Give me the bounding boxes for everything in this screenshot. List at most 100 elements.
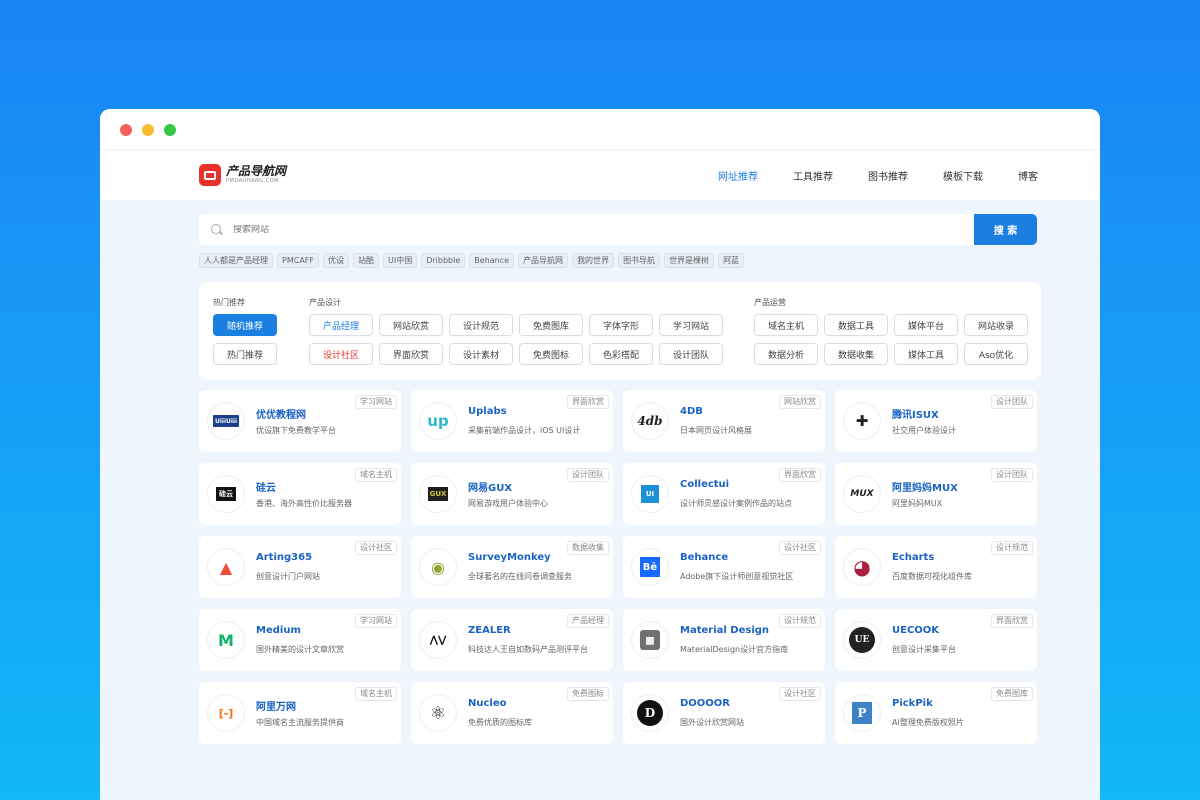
site-card-title[interactable]: 4DB [680,406,703,417]
hot-tag[interactable]: PMCAFF [277,253,319,268]
site-card-tag[interactable]: 设计团队 [991,468,1033,482]
nav-link-blog[interactable]: 博客 [1018,168,1038,183]
site-card-tag[interactable]: 免费图标 [567,687,609,701]
nav-link-tools[interactable]: 工具推荐 [793,168,833,183]
site-card[interactable]: D DOOOOR 国外设计欣赏网站 设计社区 [623,682,825,744]
hot-tag[interactable]: 优设 [323,253,349,268]
nav-link-books[interactable]: 图书推荐 [868,168,908,183]
category-button-design[interactable]: 网站欣赏 [379,314,443,336]
category-button-design[interactable]: 学习网站 [659,314,723,336]
maximize-window-button[interactable] [164,124,176,136]
category-button-ops[interactable]: 数据分析 [754,343,818,365]
site-card-tag[interactable]: 设计规范 [991,541,1033,555]
close-window-button[interactable] [120,124,132,136]
site-card-tag[interactable]: 域名主机 [355,468,397,482]
search-button[interactable]: 搜 索 [974,214,1037,245]
hot-tag[interactable]: Behance [469,253,515,268]
site-card-title[interactable]: PickPik [892,698,933,709]
category-button-ops[interactable]: 媒体平台 [894,314,958,336]
site-card-tag[interactable]: 设计团队 [567,468,609,482]
site-card-title[interactable]: Medium [256,625,301,636]
category-button-design[interactable]: 设计团队 [659,343,723,365]
site-card-title[interactable]: Uplabs [468,406,507,417]
site-card-tag[interactable]: 界面欣赏 [779,468,821,482]
site-card[interactable]: ✚ 腾讯ISUX 社交用户体验设计 设计团队 [835,390,1037,452]
site-card[interactable]: UI Collectui 设计师灵感设计案例作品的站点 界面欣赏 [623,463,825,525]
site-card[interactable]: 4db 4DB 日本网页设计风格展 网站欣赏 [623,390,825,452]
category-button-ops[interactable]: 数据收集 [824,343,888,365]
hot-tag[interactable]: 阿蓝 [718,253,745,268]
site-card-title[interactable]: Material Design [680,625,769,636]
site-card-title[interactable]: 腾讯ISUX [892,406,939,421]
site-card[interactable]: GUX 网易GUX 网易游戏用户体验中心 设计团队 [411,463,613,525]
minimize-window-button[interactable] [142,124,154,136]
category-button-ops[interactable]: 数据工具 [824,314,888,336]
category-button-ops[interactable]: 网站收录 [964,314,1028,336]
search-input[interactable] [233,224,533,235]
site-card[interactable]: MUX 阿里妈妈MUX 阿里妈妈MUX 设计团队 [835,463,1037,525]
site-card-tag[interactable]: 设计社区 [779,687,821,701]
hot-tag[interactable]: 产品导航网 [518,253,569,268]
site-card[interactable]: ⋀⋁ ZEALER 科技达人王自如数码产品测评平台 产品经理 [411,609,613,671]
category-button-design[interactable]: 界面欣赏 [379,343,443,365]
site-card-title[interactable]: Collectui [680,479,729,490]
site-card[interactable]: ◉ SurveyMonkey 全球著名的在线问卷调查服务 数据收集 [411,536,613,598]
site-card-tag[interactable]: 设计团队 [991,395,1033,409]
site-card[interactable]: up Uplabs 采集前端作品设计，iOS UI设计 界面欣赏 [411,390,613,452]
site-card-tag[interactable]: 数据收集 [567,541,609,555]
hot-tag[interactable]: 图书导航 [618,253,661,268]
category-button-random[interactable]: 随机推荐 [213,314,277,336]
site-card[interactable]: M Medium 国外精美的设计文章欣赏 学习网站 [199,609,401,671]
category-button-design[interactable]: 免费图库 [519,314,583,336]
site-card-tag[interactable]: 设计社区 [355,541,397,555]
category-button-design[interactable]: 设计社区 [309,343,373,365]
nav-link-websites[interactable]: 网址推荐 [718,168,758,183]
category-button-design[interactable]: 产品经理 [309,314,373,336]
site-card-title[interactable]: 阿里妈妈MUX [892,479,958,494]
category-button-hot[interactable]: 热门推荐 [213,343,277,365]
site-card[interactable]: UE UECOOK 创意设计采集平台 界面欣赏 [835,609,1037,671]
site-card-title[interactable]: ZEALER [468,625,511,636]
site-logo[interactable]: 产品导航网 PMDAOHANG.COM [199,164,286,186]
category-button-ops[interactable]: Aso优化 [964,343,1028,365]
site-card-tag[interactable]: 网站欣赏 [779,395,821,409]
site-card-title[interactable]: Behance [680,552,728,563]
site-card-tag[interactable]: 界面欣赏 [567,395,609,409]
site-card[interactable]: P PickPik AI整理免费版权照片 免费图库 [835,682,1037,744]
category-button-design[interactable]: 色彩搭配 [589,343,653,365]
site-card-tag[interactable]: 域名主机 [355,687,397,701]
site-card-tag[interactable]: 学习网站 [355,395,397,409]
hot-tag[interactable]: 站酷 [353,253,379,268]
hot-tag[interactable]: UI中国 [383,253,418,268]
site-card-title[interactable]: 优优教程网 [256,406,306,421]
site-card[interactable]: ◼ Material Design MaterialDesign设计官方指南 设计规范 [623,609,825,671]
category-button-ops[interactable]: 媒体工具 [894,343,958,365]
site-card-title[interactable]: Nucleo [468,698,507,709]
site-card-title[interactable]: Arting365 [256,552,312,563]
site-card-tag[interactable]: 学习网站 [355,614,397,628]
nav-link-templates[interactable]: 模板下载 [943,168,983,183]
site-card[interactable]: Bē Behance Adobe旗下设计师创意视觉社区 设计社区 [623,536,825,598]
site-card[interactable]: ⚛ Nucleo 免费优质的图标库 免费图标 [411,682,613,744]
site-card-title[interactable]: 网易GUX [468,479,512,494]
hot-tag[interactable]: 人人都是产品经理 [199,253,273,268]
site-card-title[interactable]: UECOOK [892,625,939,636]
site-card-title[interactable]: Echarts [892,552,934,563]
site-card[interactable]: [-] 阿里万网 中国域名主流服务提供商 域名主机 [199,682,401,744]
category-button-design[interactable]: 设计素材 [449,343,513,365]
site-card-tag[interactable]: 界面欣赏 [991,614,1033,628]
site-card-title[interactable]: 阿里万网 [256,698,296,713]
category-button-ops[interactable]: 域名主机 [754,314,818,336]
site-card-tag[interactable]: 设计社区 [779,541,821,555]
category-button-design[interactable]: 设计规范 [449,314,513,336]
category-button-design[interactable]: 字体字形 [589,314,653,336]
site-card-tag[interactable]: 设计规范 [779,614,821,628]
category-button-design[interactable]: 免费图标 [519,343,583,365]
site-card-title[interactable]: 硅云 [256,479,276,494]
site-card[interactable]: UiiiUiii 优优教程网 优设旗下免费教学平台 学习网站 [199,390,401,452]
hot-tag[interactable]: 我的世界 [572,253,615,268]
hot-tag[interactable]: 世界是棵树 [664,253,715,268]
site-card[interactable]: ◕ Echarts 百度数据可视化组件库 设计规范 [835,536,1037,598]
site-card[interactable]: ▲ Arting365 创意设计门户网站 设计社区 [199,536,401,598]
site-card-title[interactable]: DOOOOR [680,698,730,709]
